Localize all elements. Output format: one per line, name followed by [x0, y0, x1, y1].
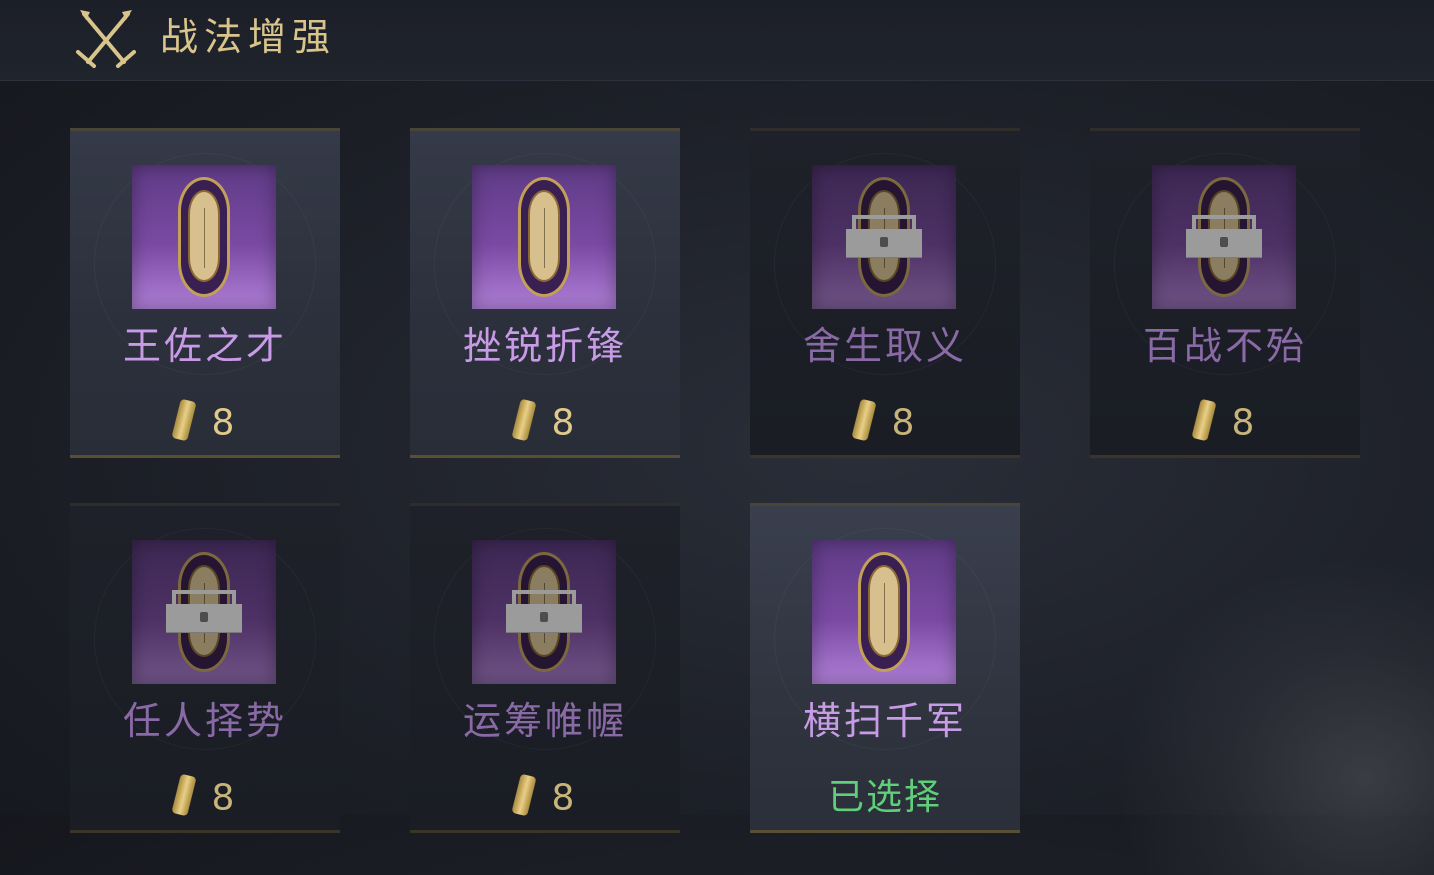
lock-icon [846, 215, 922, 257]
cost-value: 8 [1231, 402, 1255, 444]
skill-name: 王佐之才 [122, 324, 287, 368]
skill-cost: 8 [1090, 393, 1360, 453]
lock-icon [166, 590, 242, 632]
skill-card-3[interactable]: 舍生取义 8 [750, 128, 1020, 458]
skill-card-4[interactable]: 百战不殆 8 [1090, 128, 1360, 458]
skill-thumbnail [812, 165, 956, 309]
skill-name: 挫锐折锋 [462, 324, 627, 368]
skill-card-5[interactable]: 任人择势 8 [70, 503, 340, 833]
skill-card-6[interactable]: 运筹帷幄 8 [410, 503, 680, 833]
scroll-icon [510, 398, 537, 441]
scroll-icon [170, 773, 197, 816]
skill-card-2[interactable]: 挫锐折锋 8 [410, 128, 680, 458]
cost-value: 8 [211, 777, 235, 819]
skill-cost: 8 [410, 768, 680, 828]
skill-thumbnail [472, 540, 616, 684]
skill-thumbnail [132, 540, 276, 684]
skill-thumbnail [472, 165, 616, 309]
skill-cost: 8 [750, 393, 1020, 453]
selected-status: 已选择 [827, 777, 942, 818]
lock-icon [1186, 215, 1262, 257]
skill-tablet-icon [178, 177, 230, 297]
lock-icon [506, 590, 582, 632]
cost-value: 8 [891, 402, 915, 444]
skill-name: 运筹帷幄 [462, 699, 627, 743]
skill-tablet-icon [518, 177, 570, 297]
scroll-icon [510, 773, 537, 816]
cost-value: 8 [551, 402, 575, 444]
background-mist [1114, 555, 1434, 875]
scroll-icon [170, 398, 197, 441]
cost-value: 8 [211, 402, 235, 444]
skill-thumbnail [1152, 165, 1296, 309]
skill-tablet-icon [858, 552, 910, 672]
scroll-icon [850, 398, 877, 441]
skill-cost: 8 [410, 393, 680, 453]
skill-thumbnail [812, 540, 956, 684]
skill-card-7-selected[interactable]: 横扫千军 已选择 [750, 503, 1020, 833]
crossed-swords-icon [76, 10, 136, 68]
scroll-icon [1190, 398, 1217, 441]
skill-cost: 8 [70, 393, 340, 453]
skill-name: 横扫千军 [802, 699, 967, 743]
cost-value: 8 [551, 777, 575, 819]
panel-header: 战法增强 [0, 0, 1434, 81]
skill-thumbnail [132, 165, 276, 309]
skill-card-1[interactable]: 王佐之才 8 [70, 128, 340, 458]
skill-cost: 8 [70, 768, 340, 828]
page-title: 战法增强 [160, 15, 337, 59]
skill-name: 百战不殆 [1142, 324, 1307, 368]
skill-name: 舍生取义 [802, 324, 967, 368]
skill-name: 任人择势 [122, 699, 287, 743]
